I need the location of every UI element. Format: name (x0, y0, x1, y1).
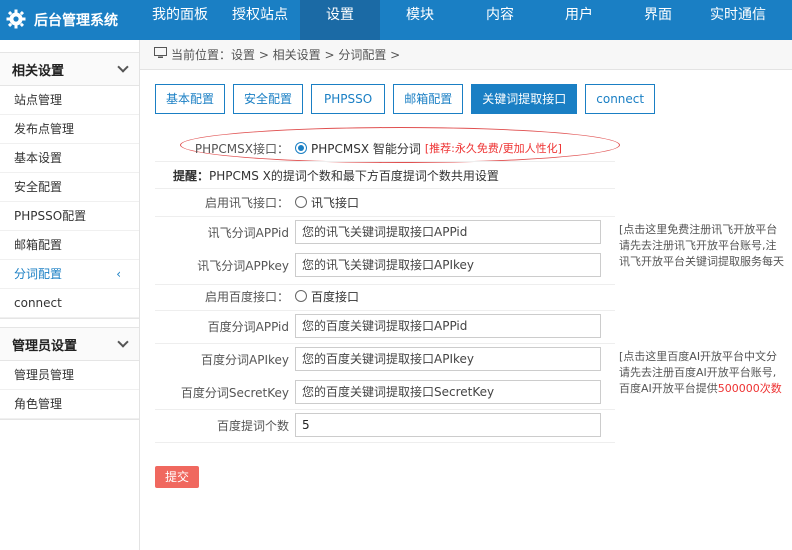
nav-content[interactable]: 内容 (460, 0, 540, 40)
baidu-count-input[interactable]: 5 (295, 413, 601, 437)
nav-modules[interactable]: 模块 (380, 0, 460, 40)
xunfei-enable-label: 启用讯飞接口： (204, 195, 289, 210)
xunfei-appkey-label: 讯飞分词APPkey (197, 258, 289, 273)
divider (155, 188, 615, 189)
divider (155, 216, 615, 217)
baidu-tip-line: 百度AI开放平台提供500000次数 (619, 381, 792, 397)
row-baidu-count: 百度提词个数 5 (155, 413, 792, 437)
tab-mail-config[interactable]: 邮箱配置 (393, 84, 464, 114)
baidu-count-label: 百度提词个数 (216, 418, 289, 433)
breadcrumb-text: 当前位置：设置 > 相关设置 > 分词配置 > (171, 48, 401, 62)
divider (155, 409, 615, 410)
sidebar-item-mail[interactable]: 邮箱配置 (0, 231, 139, 260)
baidu-appid-label: 百度分词APPid (207, 319, 289, 334)
sidebar-item-label: 分词配置 (14, 267, 63, 281)
baidu-radio[interactable] (295, 290, 307, 302)
gear-icon (6, 9, 26, 32)
sidebar-group-admin-settings[interactable]: 管理员设置 (0, 327, 139, 361)
xunfei-appid-input[interactable]: 您的讯飞关键词提取接口APPid (295, 220, 601, 244)
baidu-apikey-label: 百度分词APIkey (201, 352, 289, 367)
baidu-tip-highlight: 500000次数 (717, 382, 782, 395)
breadcrumb: 当前位置：设置 > 相关设置 > 分词配置 > (140, 40, 792, 70)
sidebar-item-phpsso[interactable]: PHPSSO配置 (0, 202, 139, 231)
chevron-down-icon (117, 61, 129, 73)
sidebar-item-admin-management[interactable]: 管理员管理 (0, 361, 139, 390)
baidu-secret-input[interactable]: 您的百度关键词提取接口SecretKey (295, 380, 601, 404)
monitor-icon (154, 47, 171, 62)
divider (155, 442, 615, 443)
nav-authorized-sites[interactable]: 授权站点 (220, 0, 300, 40)
nav-my-panel[interactable]: 我的面板 (140, 0, 220, 40)
submit-button[interactable]: 提交 (155, 466, 199, 488)
xunfei-radio[interactable] (295, 196, 307, 208)
tab-connect[interactable]: connect (585, 84, 656, 114)
row-phpcmsx: PHPCMSX接口： PHPCMSX 智能分词 [推荐:永久免费/更加人性化] (155, 138, 792, 158)
top-nav: 我的面板 授权站点 设置 模块 内容 用户 界面 实时通信 (140, 0, 778, 40)
sidebar: 相关设置 站点管理 发布点管理 基本设置 安全配置 PHPSSO配置 邮箱配置 … (0, 40, 140, 550)
sidebar-group-title: 相关设置 (12, 63, 65, 79)
baidu-tip-line: 请先去注册百度AI开放平台账号, (619, 366, 777, 379)
baidu-apikey-input[interactable]: 您的百度关键词提取接口APIkey (295, 347, 601, 371)
sidebar-item-connect[interactable]: connect (0, 289, 139, 318)
chevron-left-icon: ‹ (116, 267, 121, 281)
xunfei-appid-label: 讯飞分词APPid (207, 225, 289, 240)
baidu-tip-text: 百度AI开放平台提供 (619, 382, 718, 395)
row-xunfei-enable: 启用讯飞接口： 讯飞接口 (155, 192, 792, 212)
notice-prefix: 提醒： (173, 168, 210, 183)
divider (155, 310, 615, 311)
baidu-option: 百度接口 (311, 289, 360, 304)
baidu-tip: [点击这里百度AI开放平台中文分 请先去注册百度AI开放平台账号, 百度AI开放… (619, 349, 792, 397)
phpcmsx-label: PHPCMSX接口： (194, 141, 289, 156)
xunfei-appkey-input[interactable]: 您的讯飞关键词提取接口APIkey (295, 253, 601, 277)
xunfei-option: 讯飞接口 (311, 195, 360, 210)
divider (155, 284, 615, 285)
row-baidu-enable: 启用百度接口： 百度接口 (155, 286, 792, 306)
xunfei-tip-line: 讯飞开放平台关键词提取服务每天 (619, 255, 784, 268)
baidu-appid-input[interactable]: 您的百度关键词提取接口APPid (295, 314, 601, 338)
notice-text: 提醒：PHPCMS X的提词个数和最下方百度提词个数共用设置 (155, 167, 499, 184)
nav-realtime[interactable]: 实时通信 (698, 0, 778, 40)
sidebar-item-role-management[interactable]: 角色管理 (0, 390, 139, 419)
sidebar-item-basic-settings[interactable]: 基本设置 (0, 144, 139, 173)
tab-phpsso[interactable]: PHPSSO (311, 84, 386, 114)
xunfei-tip-line: 请先去注册讯飞开放平台账号,注 (619, 239, 777, 252)
notice-body: PHPCMS X的提词个数和最下方百度提词个数共用设置 (209, 168, 499, 183)
sidebar-group-related-settings[interactable]: 相关设置 (0, 52, 139, 86)
nav-users[interactable]: 用户 (540, 0, 618, 40)
brand: 后台管理系统 (0, 0, 140, 40)
tab-keyword-api[interactable]: 关键词提取接口 (471, 84, 578, 114)
config-tabs: 基本配置 安全配置 PHPSSO 邮箱配置 关键词提取接口 connect (155, 84, 663, 114)
nav-settings[interactable]: 设置 (300, 0, 380, 40)
baidu-enable-label: 启用百度接口： (204, 289, 289, 304)
sidebar-item-site-management[interactable]: 站点管理 (0, 86, 139, 115)
row-notice: 提醒：PHPCMS X的提词个数和最下方百度提词个数共用设置 (155, 166, 792, 184)
xunfei-register-link[interactable]: [点击这里免费注册讯飞开放平台 (619, 222, 792, 238)
row-baidu-appid: 百度分词APPid 您的百度关键词提取接口APPid (155, 314, 792, 338)
sidebar-item-segmentation[interactable]: 分词配置 ‹ (0, 260, 139, 289)
sidebar-list: 管理员管理 角色管理 (0, 361, 139, 420)
nav-interface[interactable]: 界面 (618, 0, 698, 40)
xunfei-tip: [点击这里免费注册讯飞开放平台 请先去注册讯飞开放平台账号,注 讯飞开放平台关键… (619, 222, 792, 270)
sidebar-list: 站点管理 发布点管理 基本设置 安全配置 PHPSSO配置 邮箱配置 分词配置 … (0, 86, 139, 319)
divider (155, 161, 615, 162)
brand-title: 后台管理系统 (34, 13, 118, 29)
phpcmsx-radio[interactable] (295, 142, 307, 154)
tab-basic-config[interactable]: 基本配置 (155, 84, 226, 114)
top-navbar: 后台管理系统 我的面板 授权站点 设置 模块 内容 用户 界面 实时通信 (0, 0, 792, 40)
baidu-register-link[interactable]: [点击这里百度AI开放平台中文分 (619, 349, 792, 365)
chevron-down-icon (117, 336, 129, 348)
sidebar-item-security[interactable]: 安全配置 (0, 173, 139, 202)
phpcmsx-option: PHPCMSX 智能分词 (311, 141, 421, 156)
sidebar-item-publish-points[interactable]: 发布点管理 (0, 115, 139, 144)
baidu-secret-label: 百度分词SecretKey (180, 385, 289, 400)
sidebar-group-title: 管理员设置 (12, 338, 78, 354)
tab-security-config[interactable]: 安全配置 (233, 84, 304, 114)
phpcmsx-recommend-note: [推荐:永久免费/更加人性化] (424, 142, 562, 155)
divider (155, 343, 615, 344)
